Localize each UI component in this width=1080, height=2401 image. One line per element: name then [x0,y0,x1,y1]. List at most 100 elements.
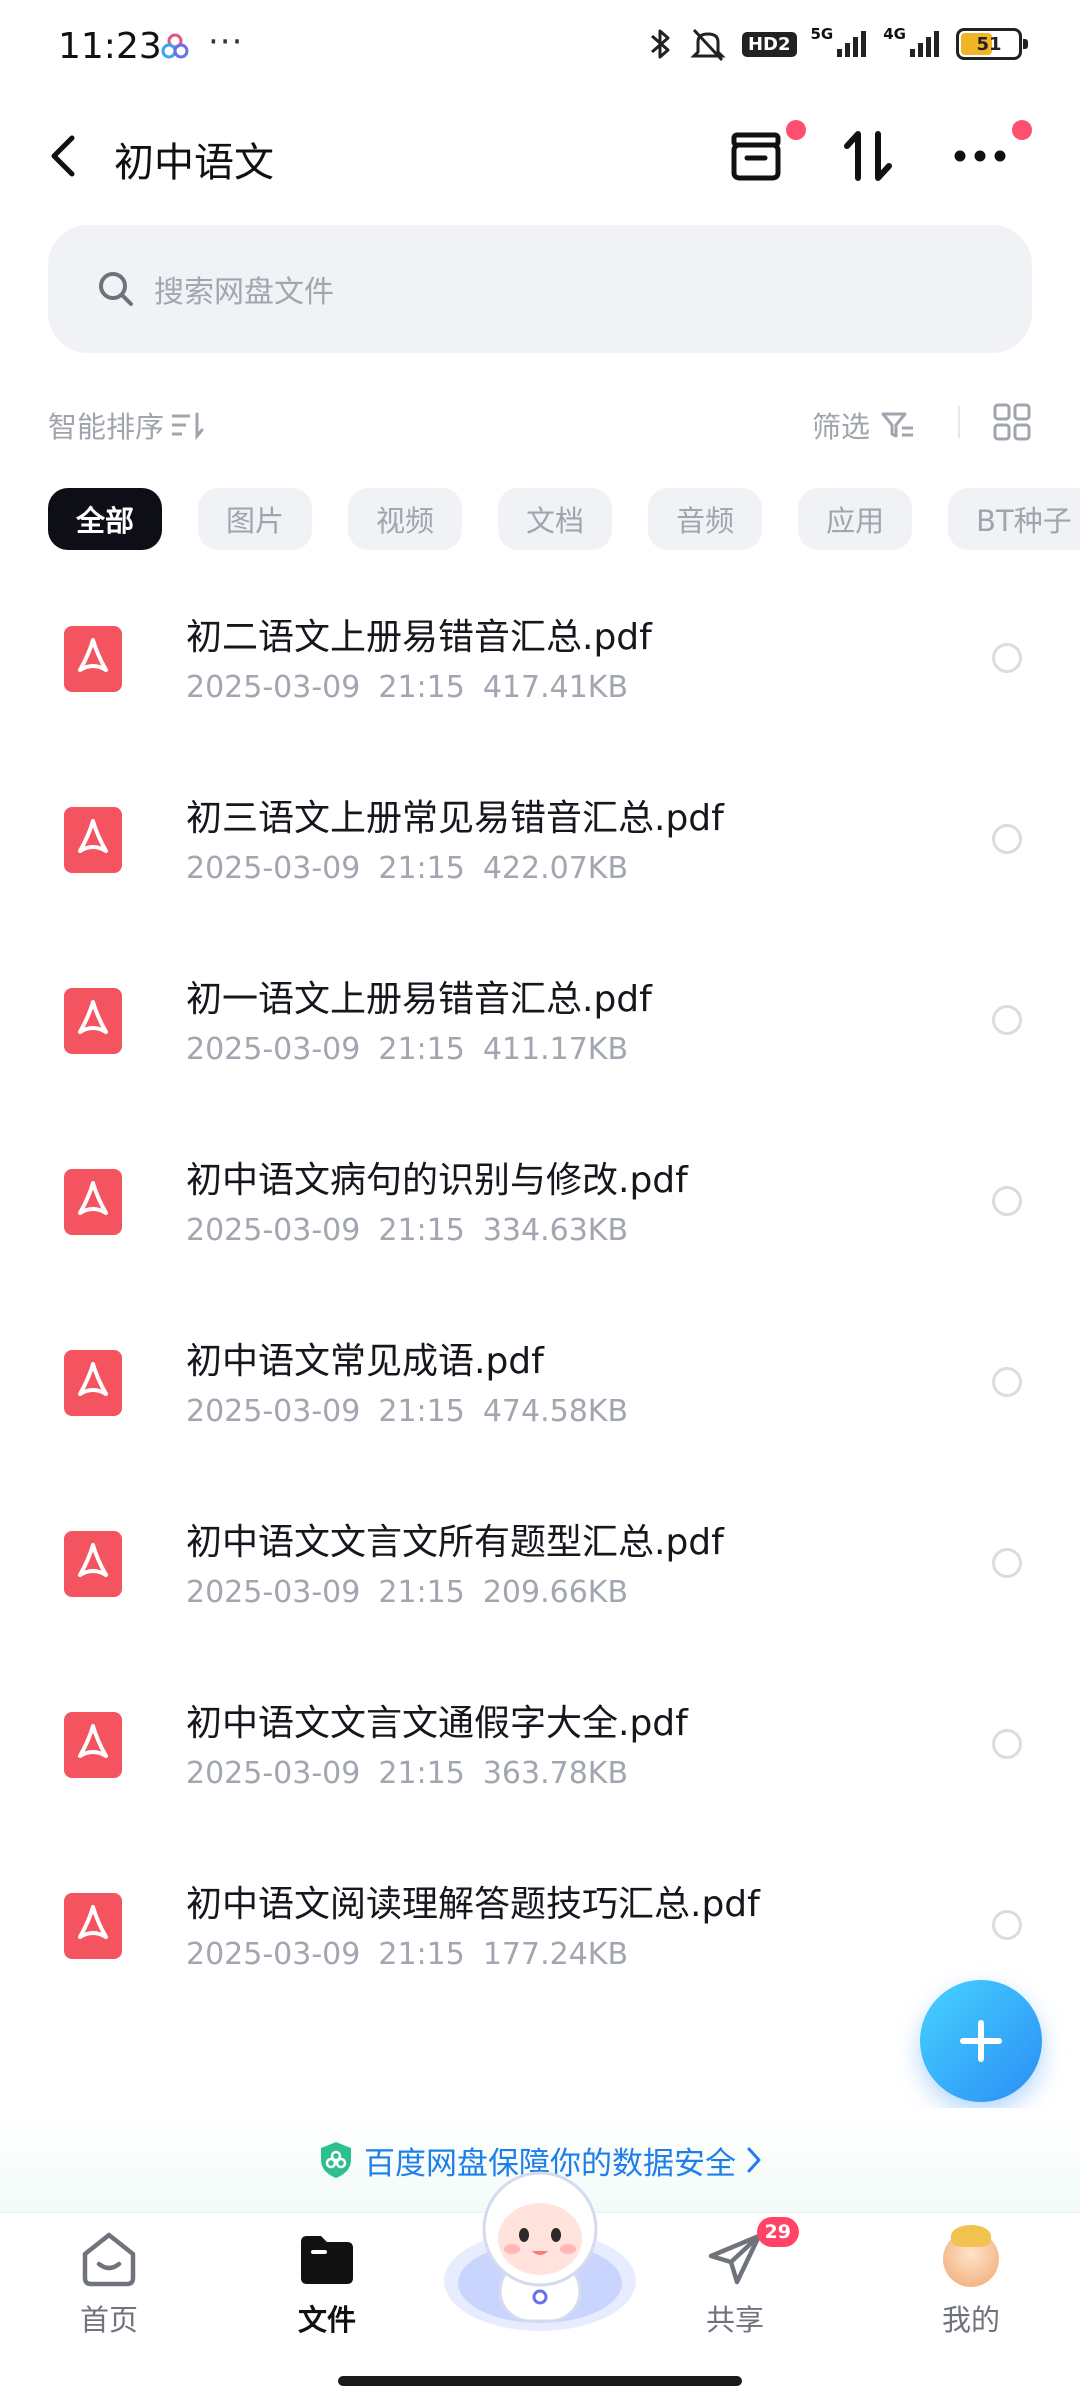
search-icon [99,272,133,306]
sort-order-icon [172,412,204,440]
archive-box-icon [731,132,781,181]
file-row[interactable]: 初一语文上册易错音汇总.pdf 2025-03-09 21:15 411.17KB [0,932,1080,1113]
more-dots-icon [954,150,1006,162]
nav-files-label: 文件 [297,2303,356,2337]
bluetooth-icon [650,29,670,59]
file-select-checkbox[interactable] [992,1186,1022,1216]
sort-filter-row: 智能排序 筛选 [48,398,1032,448]
home-icon [77,2227,141,2291]
file-select-checkbox[interactable] [992,1005,1022,1035]
divider [958,406,960,438]
page-title: 初中语文 [114,140,274,186]
bottom-navigation: 首页 文件 29 共享 我的 [0,2171,1080,2401]
file-row[interactable]: 初中语文文言文通假字大全.pdf 2025-03-09 21:15 363.78KB [0,1656,1080,1837]
battery-icon: 51 [956,28,1028,60]
status-time: 11:23 [58,26,162,67]
transfer-list-button[interactable] [724,120,806,188]
filter-label: 筛选 [811,410,870,444]
file-select-checkbox[interactable] [992,1910,1022,1940]
file-select-checkbox[interactable] [992,643,1022,673]
battery-level: 51 [976,33,1002,55]
network-5g-label: 5G [810,25,834,43]
nav-files[interactable]: 文件 [252,2227,402,2339]
filter-button[interactable]: 筛选 [812,404,916,446]
filter-funnel-icon [881,412,913,438]
file-meta: 2025-03-09 21:15 334.63KB [186,1213,629,1248]
more-menu-button[interactable] [948,120,1032,188]
file-meta: 2025-03-09 21:15 474.58KB [186,1394,629,1429]
file-meta: 2025-03-09 21:15 417.41KB [186,670,629,705]
mute-icon [690,28,726,62]
file-meta: 2025-03-09 21:15 411.17KB [186,1032,629,1067]
pdf-file-icon [64,626,122,692]
more-notification-dot [1012,120,1032,140]
tab-documents[interactable]: 文档 [498,488,613,550]
file-list: 初二语文上册易错音汇总.pdf 2025-03-09 21:15 417.41KB … [0,570,1080,2018]
share-badge: 29 [756,2217,799,2247]
file-meta: 2025-03-09 21:15 363.78KB [186,1756,629,1791]
status-indicators: HD2 5G 4G 51 [648,25,1028,62]
search-bar[interactable]: 搜索网盘文件 [48,225,1032,353]
sort-arrows-icon [844,131,892,181]
mascot-icon[interactable] [440,2151,640,2331]
tab-audio[interactable]: 音频 [648,488,763,550]
pdf-file-icon [64,1531,122,1597]
file-name: 初中语文文言文所有题型汇总.pdf [186,1522,724,1563]
smart-sort-label: 智能排序 [48,410,165,444]
grid-view-icon [993,403,1031,441]
file-name: 初中语文阅读理解答题技巧汇总.pdf [186,1884,760,1925]
tab-videos[interactable]: 视频 [348,488,463,550]
chevron-right-icon [747,2147,761,2173]
signal-icon-2 [910,31,939,57]
add-button[interactable] [920,1980,1042,2102]
file-select-checkbox[interactable] [992,1548,1022,1578]
pdf-file-icon [64,1169,122,1235]
view-toggle-button[interactable] [992,402,1032,442]
tab-apps[interactable]: 应用 [798,488,913,550]
smart-sort-button[interactable]: 智能排序 [48,404,206,446]
file-row[interactable]: 初中语文文言文所有题型汇总.pdf 2025-03-09 21:15 209.66K… [0,1475,1080,1656]
nav-home-label: 首页 [79,2303,138,2337]
file-name: 初二语文上册易错音汇总.pdf [186,617,652,658]
tab-bt-torrents[interactable]: BT种子 [948,488,1080,550]
search-placeholder: 搜索网盘文件 [154,275,334,310]
pdf-file-icon [64,1893,122,1959]
nav-share-label: 共享 [705,2303,764,2337]
tab-images[interactable]: 图片 [198,488,313,550]
status-bar: 11:23 ··· HD2 5G 4G 51 [0,0,1080,100]
file-name: 初中语文病句的识别与修改.pdf [186,1160,688,1201]
chevron-left-icon [51,135,75,177]
file-name: 初中语文常见成语.pdf [186,1341,544,1382]
pdf-file-icon [64,807,122,873]
nav-me[interactable]: 我的 [896,2225,1046,2339]
status-more-dots: ··· [208,22,244,62]
file-row[interactable]: 初中语文阅读理解答题技巧汇总.pdf 2025-03-09 21:15 177.24… [0,1837,1080,2018]
header: 初中语文 [0,100,1080,215]
file-row[interactable]: 初中语文病句的识别与修改.pdf 2025-03-09 21:15 334.63KB [0,1113,1080,1294]
file-meta: 2025-03-09 21:15 177.24KB [186,1937,629,1972]
file-row[interactable]: 初三语文上册常见易错音汇总.pdf 2025-03-09 21:15 422.07K… [0,751,1080,932]
avatar [943,2225,999,2287]
avatar-wrapper [939,2225,1003,2291]
file-row[interactable]: 初中语文常见成语.pdf 2025-03-09 21:15 474.58KB [0,1294,1080,1475]
file-select-checkbox[interactable] [992,824,1022,854]
nav-home[interactable]: 首页 [34,2227,184,2339]
file-meta: 2025-03-09 21:15 209.66KB [186,1575,629,1610]
file-name: 初一语文上册易错音汇总.pdf [186,979,652,1020]
nav-me-label: 我的 [941,2303,1000,2337]
transfer-notification-dot [786,120,806,140]
file-name: 初三语文上册常见易错音汇总.pdf [186,798,724,839]
file-row[interactable]: 初二语文上册易错音汇总.pdf 2025-03-09 21:15 417.41KB [0,570,1080,751]
pdf-file-icon [64,1350,122,1416]
back-button[interactable] [38,128,88,184]
tab-all[interactable]: 全部 [48,488,163,550]
file-select-checkbox[interactable] [992,1367,1022,1397]
sort-button[interactable] [836,124,900,188]
nav-share[interactable]: 29 共享 [660,2217,810,2339]
home-indicator[interactable] [338,2376,742,2386]
file-select-checkbox[interactable] [992,1729,1022,1759]
pdf-file-icon [64,1712,122,1778]
category-tabs: 全部 图片 视频 文档 音频 应用 BT种子 [48,488,1080,552]
plus-icon [960,2020,1002,2062]
shield-icon [321,2142,351,2178]
